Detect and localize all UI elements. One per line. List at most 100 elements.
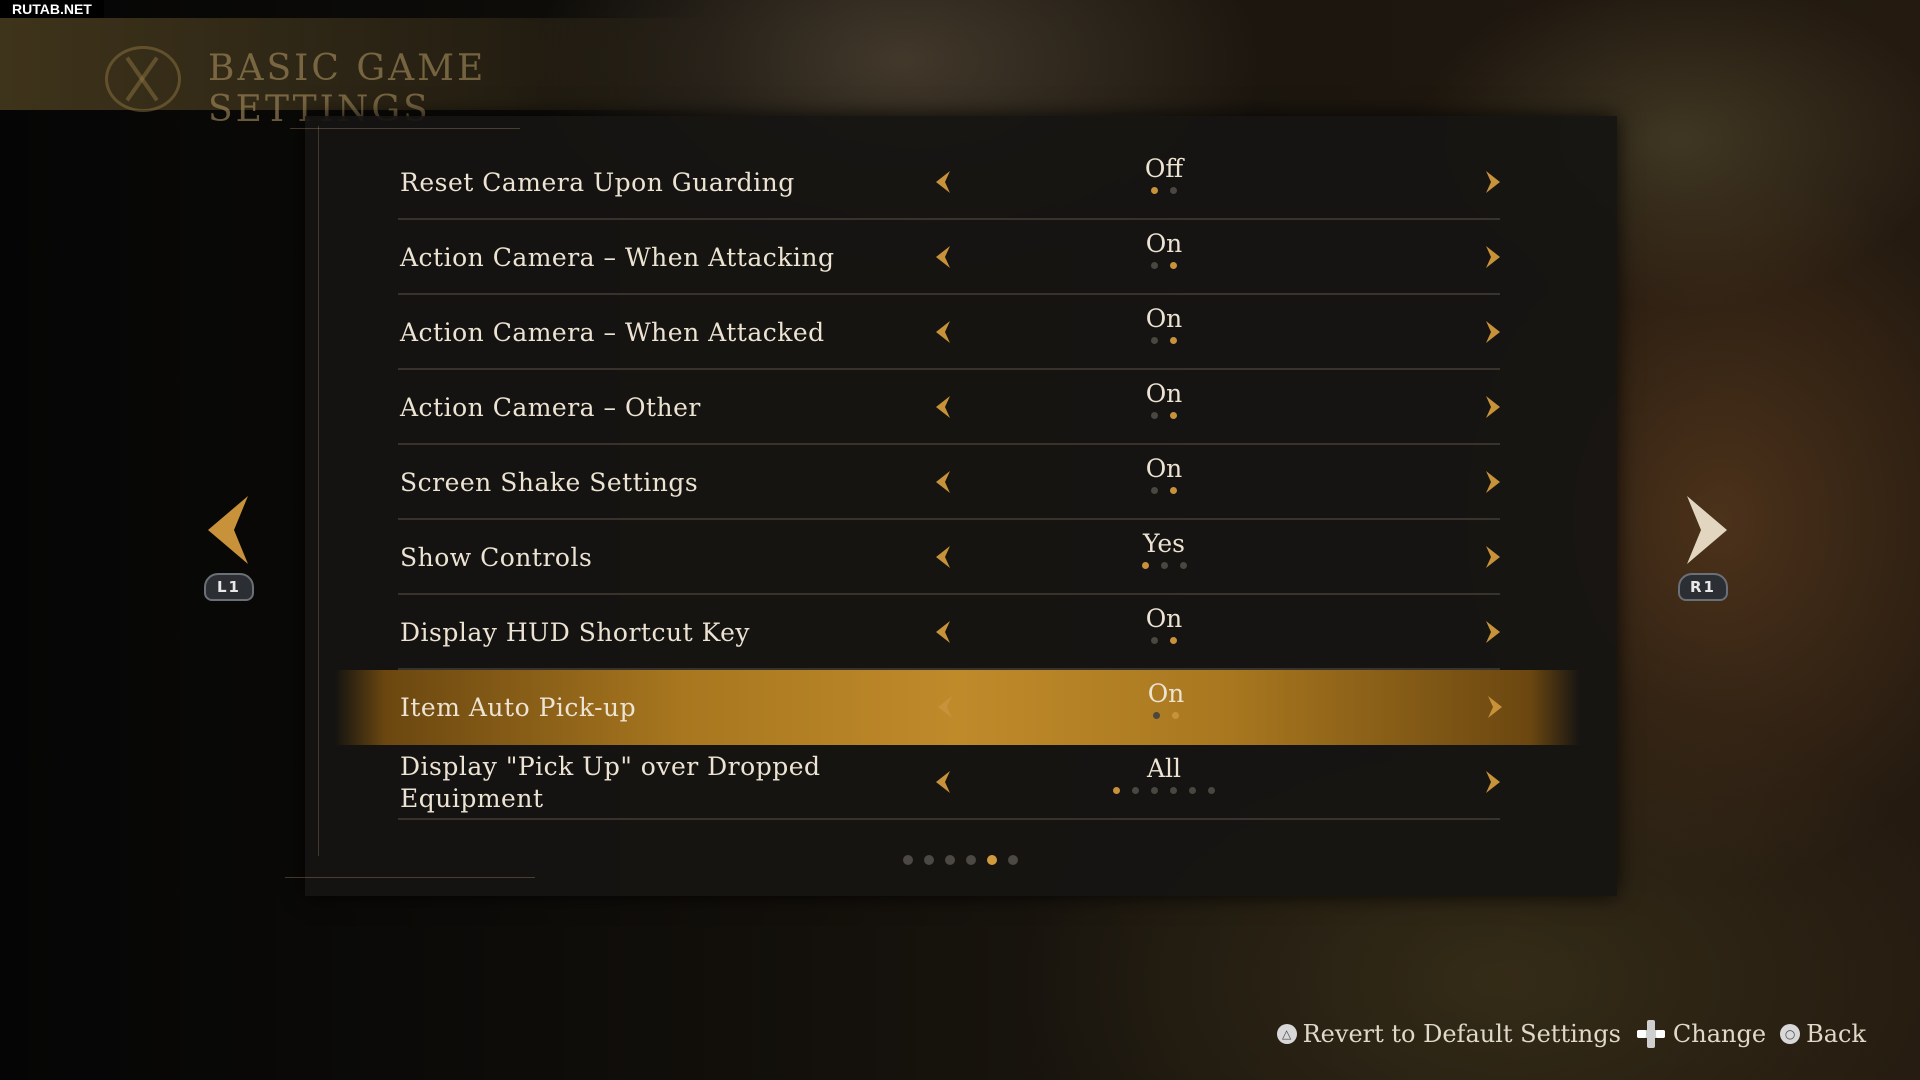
setting-value: Off [1144,154,1184,183]
setting-row[interactable]: Action Camera – When Attacking On [398,220,1500,295]
chevron-left-icon[interactable] [930,543,958,571]
chevron-left-icon[interactable] [930,393,958,421]
chevron-left-icon[interactable] [930,168,958,196]
setting-value-selector: On [1084,605,1244,655]
setting-value-selector: On [1084,230,1244,280]
setting-value-selector: On [1084,455,1244,505]
setting-label: Action Camera – When Attacked [400,317,825,347]
option-dot [1151,487,1158,494]
crest-icon [105,46,181,112]
chevron-left-icon[interactable] [930,318,958,346]
setting-value: Yes [1143,529,1185,558]
chevron-right-icon[interactable] [1478,243,1506,271]
chevron-left-icon[interactable] [930,243,958,271]
page-indicator [903,855,1018,865]
setting-value-selector: On [1086,680,1246,730]
triangle-button-icon: △ [1276,1024,1297,1044]
chevron-right-icon[interactable] [1478,393,1506,421]
setting-row[interactable]: Item Auto Pick-up On [335,670,1580,745]
setting-row[interactable]: Action Camera – Other On [398,370,1500,445]
page-dot[interactable] [903,855,913,865]
page-dot[interactable] [1008,855,1018,865]
option-dot [1151,262,1158,269]
setting-value: On [1145,229,1183,258]
panel-divider [285,877,535,878]
option-dot [1170,637,1177,644]
option-dots [1084,787,1244,794]
chevron-left-icon[interactable] [930,468,958,496]
dpad-icon [1636,1020,1665,1048]
setting-label: Reset Camera Upon Guarding [400,167,795,197]
chevron-left-icon[interactable] [930,618,958,646]
change-label: Change [1672,1020,1767,1048]
setting-row[interactable]: Show Controls Yes [398,520,1500,595]
setting-label: Display HUD Shortcut Key [400,617,751,647]
watermark: RUTAB.NET [0,0,104,18]
setting-label: Show Controls [400,542,593,572]
setting-row[interactable]: Display "Pick Up" over Dropped Equipment… [398,745,1500,820]
page-dot[interactable] [924,855,934,865]
chevron-right-icon[interactable] [1478,318,1506,346]
setting-value-selector: Yes [1084,530,1244,580]
r1-button[interactable]: R1 [1678,573,1728,601]
setting-value: On [1147,679,1185,708]
chevron-left-icon[interactable] [930,768,958,796]
option-dot [1189,787,1196,794]
panel-divider [290,128,520,129]
option-dot [1170,262,1177,269]
page-dot[interactable] [987,855,997,865]
page-dot[interactable] [945,855,955,865]
option-dot [1160,562,1168,569]
setting-row[interactable]: Reset Camera Upon Guarding Off [398,145,1500,220]
change-hint[interactable]: Change [1635,1018,1766,1050]
next-page-arrow-icon[interactable] [1675,490,1735,570]
setting-row[interactable]: Screen Shake Settings On [398,445,1500,520]
setting-value: On [1145,304,1183,333]
option-dot [1170,487,1177,494]
chevron-right-icon[interactable] [1478,468,1506,496]
setting-value: All [1146,754,1182,783]
back-label: Back [1806,1020,1866,1048]
option-dot [1151,187,1158,194]
footer-hints: △ Revert to Default Settings Change ○ Ba… [1276,1018,1866,1050]
chevron-right-icon[interactable] [1480,693,1508,721]
option-dots [1084,337,1244,344]
option-dot [1141,562,1149,569]
option-dot [1151,337,1158,344]
option-dots [1084,262,1244,269]
chevron-right-icon[interactable] [1478,543,1506,571]
revert-hint[interactable]: △ Revert to Default Settings [1276,1020,1621,1048]
chevron-right-icon[interactable] [1478,168,1506,196]
option-dot [1151,637,1158,644]
page-dot[interactable] [966,855,976,865]
option-dot [1151,412,1158,419]
option-dots [1084,187,1244,194]
setting-value: On [1145,379,1183,408]
l1-button[interactable]: L1 [204,573,254,601]
revert-label: Revert to Default Settings [1302,1020,1621,1048]
prev-page-arrow-icon[interactable] [200,490,260,570]
option-dots [1086,712,1246,719]
option-dot [1179,562,1187,569]
panel-divider [318,126,319,856]
option-dot [1208,787,1215,794]
chevron-left-icon[interactable] [932,693,960,721]
option-dot [1153,712,1160,719]
setting-value-selector: Off [1084,155,1244,205]
setting-value-selector: On [1084,380,1244,430]
option-dots [1084,637,1244,644]
setting-label: Item Auto Pick-up [400,692,637,722]
chevron-right-icon[interactable] [1478,768,1506,796]
setting-value-selector: All [1084,755,1244,805]
setting-label: Display "Pick Up" over Dropped Equipment [400,751,821,813]
setting-row[interactable]: Action Camera – When Attacked On [398,295,1500,370]
back-hint[interactable]: ○ Back [1780,1020,1866,1048]
option-dot [1170,187,1177,194]
setting-row[interactable]: Display HUD Shortcut Key On [398,595,1500,670]
option-dots [1084,562,1244,569]
setting-label: Action Camera – When Attacking [400,242,835,272]
circle-button-icon: ○ [1780,1024,1801,1044]
chevron-right-icon[interactable] [1478,618,1506,646]
setting-value: On [1145,604,1183,633]
setting-value: On [1145,454,1183,483]
